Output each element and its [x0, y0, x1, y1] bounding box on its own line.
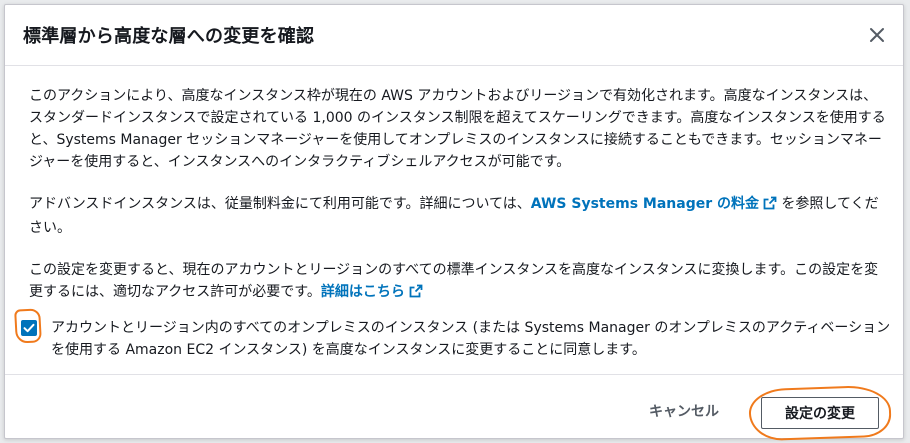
learn-more-link[interactable]: 詳細はこちら [321, 284, 423, 300]
close-icon[interactable] [865, 23, 889, 47]
pricing-paragraph: アドバンスドインスタンスは、従量制料金にて利用可能です。詳細については、AWS … [29, 193, 891, 239]
permission-text: この設定を変更すると、現在のアカウントとリージョンのすべての標準インスタンスを高… [29, 262, 879, 300]
learn-more-label: 詳細はこちら [320, 284, 405, 300]
dialog-title: 標準層から高度な層への変更を確認 [23, 26, 315, 47]
confirm-dialog: 標準層から高度な層への変更を確認 このアクションにより、高度なインスタンス枠が現… [4, 4, 904, 442]
dialog-body: このアクションにより、高度なインスタンス枠が現在の AWS アカウントおよびリー… [14, 85, 891, 361]
permission-paragraph: この設定を変更すると、現在のアカウントとリージョンのすべての標準インスタンスを高… [29, 259, 891, 305]
cancel-button[interactable]: キャンセル [649, 397, 719, 425]
description-paragraph: このアクションにより、高度なインスタンス枠が現在の AWS アカウントおよびリー… [29, 88, 886, 170]
consent-label: アカウントとリージョン内のすべてのオンプレミスのインスタンス (または Syst… [51, 320, 891, 358]
external-link-icon [763, 195, 777, 217]
checkmark-icon [23, 323, 35, 333]
external-link-icon [409, 283, 423, 305]
pricing-text: アドバンスドインスタンスは、従量制料金にて利用可能です。詳細については、 [29, 196, 531, 212]
consent-checkbox[interactable] [21, 320, 37, 336]
pricing-link-label: AWS Systems Manager の料金 [530, 196, 759, 212]
dialog-header: 標準層から高度な層への変更を確認 [5, 5, 903, 66]
apply-settings-button[interactable]: 設定の変更 [761, 397, 879, 429]
dialog-footer: キャンセル 設定の変更 [5, 374, 903, 442]
consent-checkbox-row[interactable]: アカウントとリージョン内のすべてのオンプレミスのインスタンス (または Syst… [14, 308, 891, 361]
pricing-link[interactable]: AWS Systems Manager の料金 [531, 196, 777, 212]
